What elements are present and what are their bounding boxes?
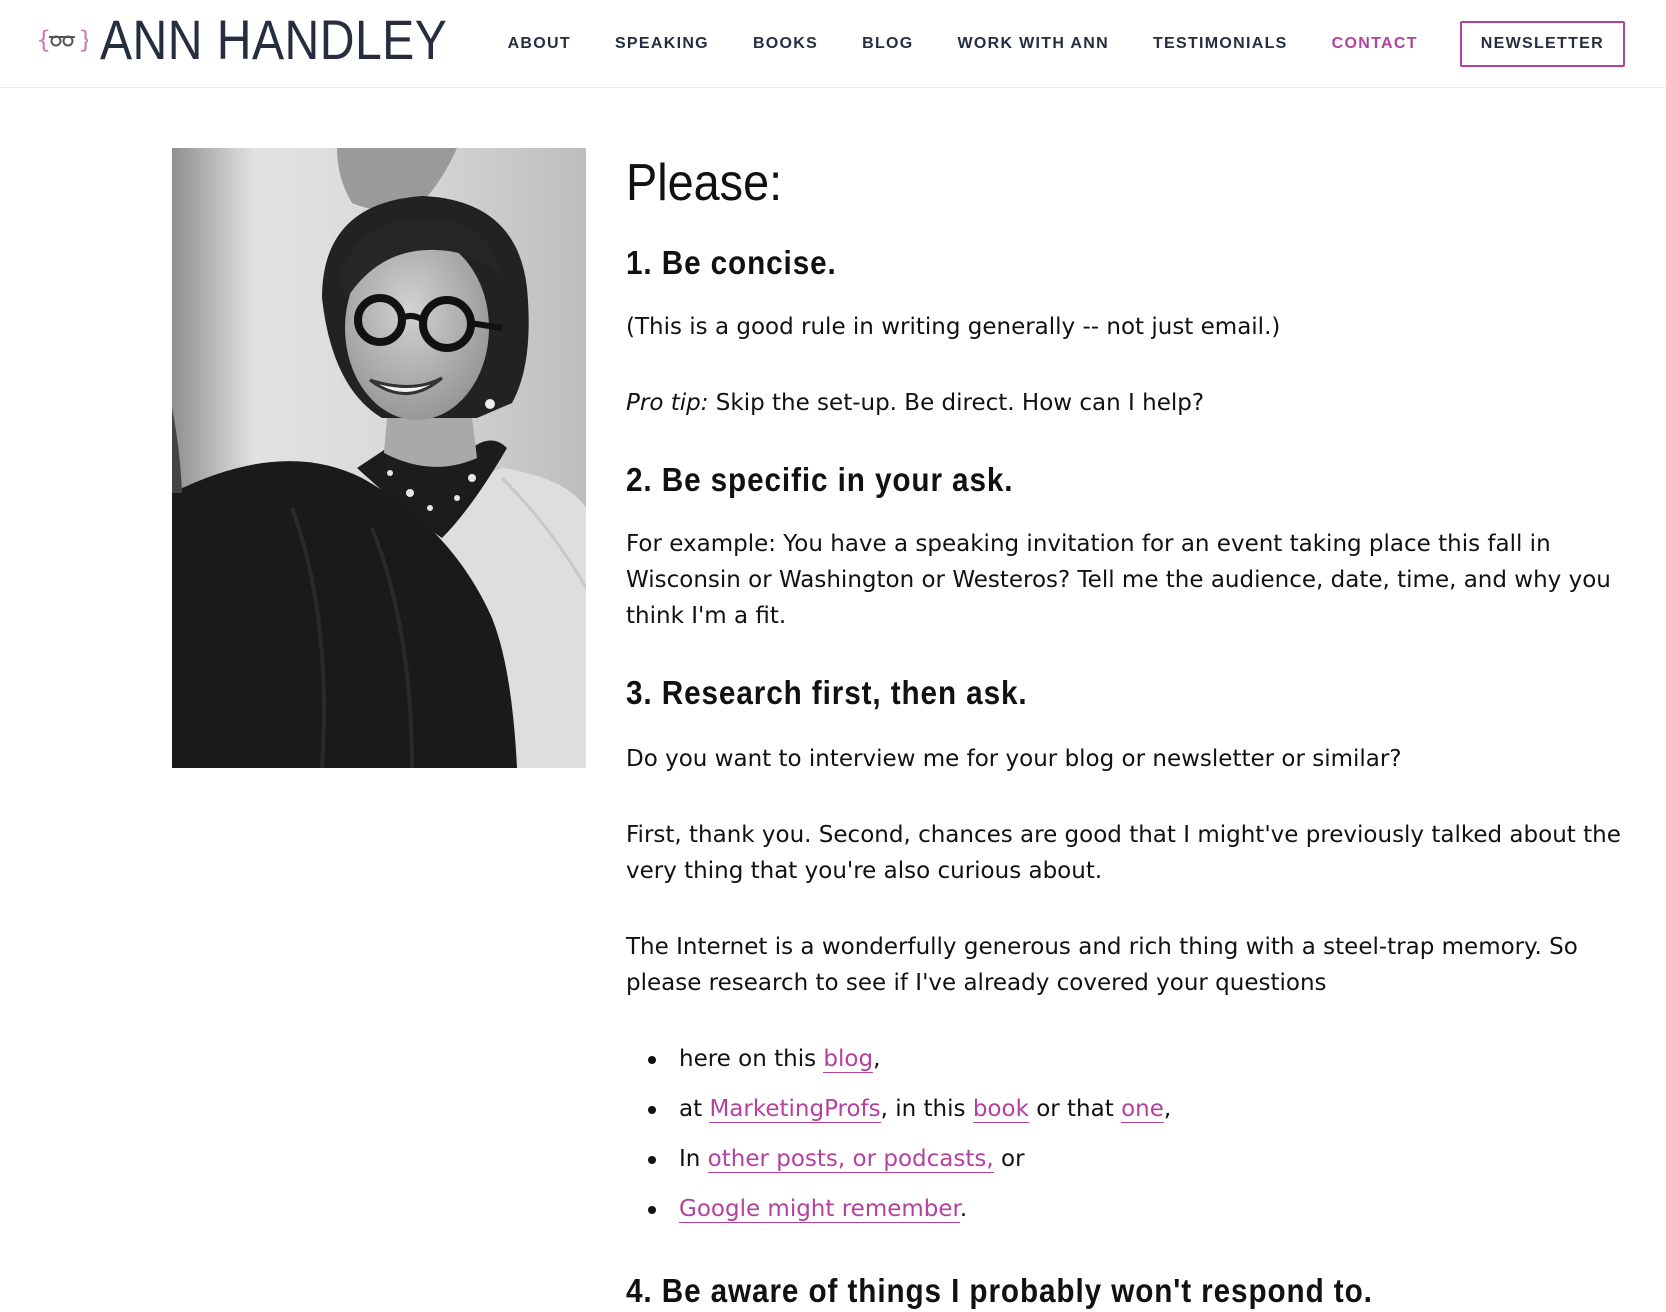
list-item: at MarketingProfs, in this book or that … [626, 1091, 1626, 1141]
portrait-photo [172, 148, 586, 768]
nav-item-about[interactable]: ABOUT [508, 35, 571, 53]
nav-item-work-with-ann[interactable]: WORK WITH ANN [958, 35, 1109, 53]
main-nav: ABOUT SPEAKING BOOKS BLOG WORK WITH ANN … [464, 21, 1625, 67]
paragraph: First, thank you. Second, chances are go… [626, 822, 1621, 884]
list-text: , [873, 1046, 881, 1072]
list-text: In [679, 1146, 708, 1172]
page-title: Please: [626, 154, 783, 212]
section-heading-be-specific: 2. Be specific in your ask. [626, 461, 1014, 498]
newsletter-button[interactable]: NEWSLETTER [1459, 21, 1625, 67]
nav-item-books[interactable]: BOOKS [753, 35, 818, 53]
paragraph: For example: You have a speaking invitat… [626, 531, 1611, 629]
list-text: here on this [679, 1046, 824, 1072]
glasses-braces-icon: { } [36, 26, 88, 54]
pro-tip-label: Pro tip: [626, 390, 709, 416]
list-text: , [1163, 1096, 1172, 1122]
svg-text:{: { [36, 26, 51, 54]
paragraph: The Internet is a wonderfully generous a… [626, 934, 1578, 996]
nav-item-contact[interactable]: CONTACT [1332, 35, 1418, 53]
portrait-illustration [172, 148, 586, 768]
list-text: or [993, 1146, 1025, 1172]
blog-link[interactable]: blog [823, 1046, 874, 1073]
svg-text:}: } [78, 26, 88, 54]
google-link[interactable]: Google might remember [679, 1196, 960, 1223]
list-text: or that [1028, 1096, 1122, 1122]
paragraph: (This is a good rule in writing generall… [626, 314, 1281, 340]
section-heading-be-concise: 1. Be concise. [626, 244, 837, 281]
list-text: , in this [880, 1096, 973, 1122]
brand-home-link[interactable]: { } ANN HANDLEY [36, 4, 504, 76]
list-item: here on this blog, [626, 1041, 1626, 1091]
nav-item-speaking[interactable]: SPEAKING [615, 35, 709, 53]
section-heading-wont-respond: 4. Be aware of things I probably won't r… [626, 1272, 1373, 1309]
research-sources-list: here on this blog, at MarketingProfs, in… [626, 1041, 1626, 1241]
list-item: Google might remember. [626, 1191, 1626, 1241]
other-posts-podcasts-link[interactable]: other posts, or podcasts, [707, 1146, 994, 1173]
brand-name: ANN HANDLEY [100, 8, 448, 71]
list-item: In other posts, or podcasts, or [626, 1141, 1626, 1191]
paragraph: Do you want to interview me for your blo… [626, 746, 1402, 772]
pro-tip-paragraph: Pro tip: Skip the set-up. Be direct. How… [626, 385, 1626, 421]
list-text: at [679, 1096, 710, 1122]
list-text: . [959, 1196, 968, 1222]
other-book-link[interactable]: one [1121, 1096, 1164, 1123]
section-heading-research-first: 3. Research first, then ask. [626, 674, 1028, 711]
pro-tip-text: Skip the set-up. Be direct. How can I he… [708, 390, 1205, 416]
nav-item-blog[interactable]: BLOG [862, 35, 913, 53]
contact-guidelines: Please: 1. Be concise. (This is a good r… [626, 145, 1626, 1307]
nav-item-testimonials[interactable]: TESTIMONIALS [1153, 35, 1288, 53]
book-link[interactable]: book [972, 1096, 1029, 1123]
marketingprofs-link[interactable]: MarketingProfs [709, 1096, 881, 1123]
site-header: { } ANN HANDLEY ABOUT SPEAKING BOOKS BLO… [0, 0, 1666, 88]
